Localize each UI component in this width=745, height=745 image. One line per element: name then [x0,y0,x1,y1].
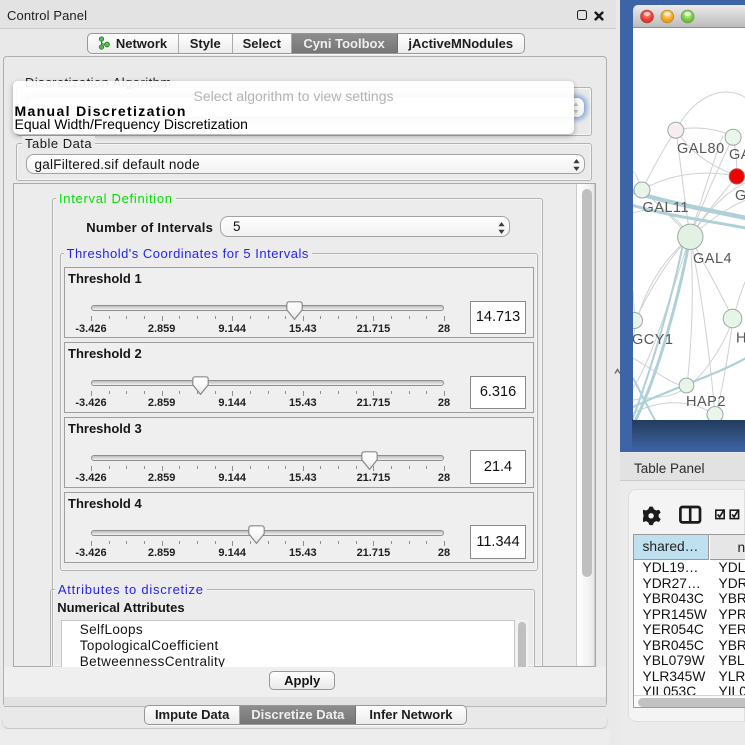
svg-text:GA: GA [729,147,745,163]
svg-text:H: H [736,330,745,346]
svg-text:G: G [735,188,745,204]
svg-text:GAL4: GAL4 [693,251,732,267]
svg-text:GCY1: GCY1 [633,332,674,348]
svg-text:GAL80: GAL80 [677,141,725,157]
svg-text:HAP2: HAP2 [686,394,726,410]
svg-text:GAL11: GAL11 [642,200,689,216]
